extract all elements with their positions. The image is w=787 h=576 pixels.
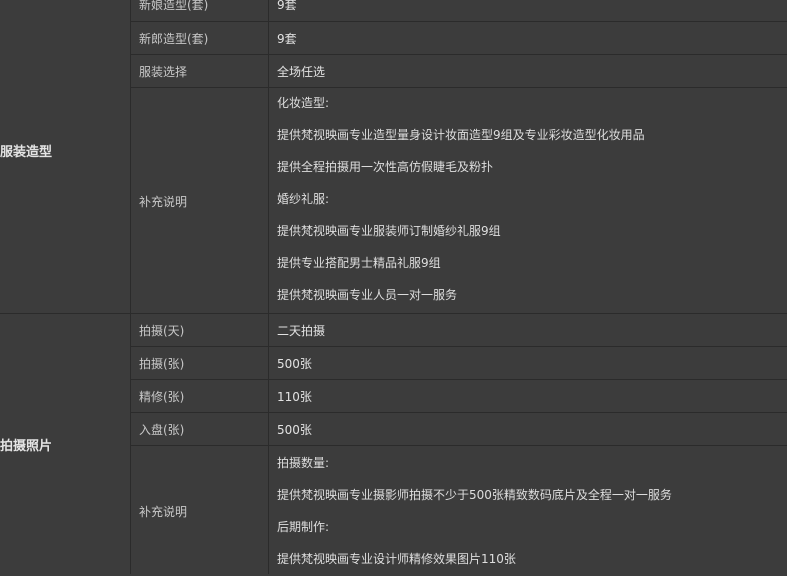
table-row: 精修(张) 110张 bbox=[131, 379, 787, 412]
supplementary-note-row: 补充说明 化妆造型: 提供梵视映画专业造型量身设计妆面造型9组及专业彩妆造型化妆… bbox=[131, 87, 787, 314]
row-label: 拍摄(天) bbox=[139, 323, 185, 338]
note-line: 提供梵视映画专业造型量身设计妆面造型9组及专业彩妆造型化妆用品 bbox=[277, 128, 645, 142]
row-value: 500张 bbox=[277, 422, 312, 437]
note-line: 提供梵视映画专业设计师精修效果图片110张 bbox=[277, 552, 516, 566]
note-line: 拍摄数量: bbox=[277, 456, 330, 470]
note-line: 提供全程拍摄用一次性高仿假睫毛及粉扑 bbox=[277, 160, 494, 174]
row-label: 入盘(张) bbox=[139, 422, 185, 437]
row-value: 9套 bbox=[277, 31, 297, 46]
note-line: 提供梵视映画专业服装师订制婚纱礼服9组 bbox=[277, 224, 501, 238]
row-label: 补充说明 bbox=[139, 504, 188, 519]
row-label: 精修(张) bbox=[139, 389, 185, 404]
table-row: 服装选择 全场任选 bbox=[131, 54, 787, 87]
costume-styling-section: 服装造型 新娘造型(套) 9套 新郎造型(套) 9套 服装选择 全场任选 补充说… bbox=[0, 0, 787, 313]
note-line: 提供专业搭配男士精品礼服9组 bbox=[277, 256, 441, 270]
row-label: 服装选择 bbox=[139, 64, 188, 79]
note-line: 提供梵视映画专业摄影师拍摄不少于500张精致数码底片及全程一对一服务 bbox=[277, 488, 672, 502]
note-line: 后期制作: bbox=[277, 520, 330, 534]
row-label: 新娘造型(套) bbox=[139, 0, 209, 12]
table-row: 新郎造型(套) 9套 bbox=[131, 21, 787, 54]
supplementary-note-row: 补充说明 拍摄数量: 提供梵视映画专业摄影师拍摄不少于500张精致数码底片及全程… bbox=[131, 445, 787, 576]
photo-shoot-title: 拍摄照片 bbox=[0, 438, 53, 454]
table-row: 拍摄(天) 二天拍摄 bbox=[131, 314, 787, 346]
row-value: 500张 bbox=[277, 356, 312, 371]
table-row: 新娘造型(套) 9套 bbox=[131, 0, 787, 21]
row-label: 拍摄(张) bbox=[139, 356, 185, 371]
note-line: 化妆造型: bbox=[277, 96, 330, 110]
photo-shoot-section: 拍摄照片 拍摄(天) 二天拍摄 拍摄(张) 500张 精修(张) 110张 入盘… bbox=[0, 314, 787, 574]
table-row: 拍摄(张) 500张 bbox=[131, 346, 787, 379]
row-label: 补充说明 bbox=[139, 194, 188, 209]
row-value: 二天拍摄 bbox=[277, 323, 326, 338]
section-title: 服装造型 bbox=[0, 0, 130, 313]
table-row: 入盘(张) 500张 bbox=[131, 412, 787, 445]
row-value: 全场任选 bbox=[277, 64, 326, 79]
section-title: 拍摄照片 bbox=[0, 314, 130, 574]
row-value: 110张 bbox=[277, 389, 312, 404]
costume-styling-title: 服装造型 bbox=[0, 145, 53, 160]
note-line: 提供梵视映画专业人员一对一服务 bbox=[277, 288, 458, 302]
row-label: 新郎造型(套) bbox=[139, 31, 209, 46]
row-value: 9套 bbox=[277, 0, 297, 12]
note-line: 婚纱礼服: bbox=[277, 192, 330, 206]
